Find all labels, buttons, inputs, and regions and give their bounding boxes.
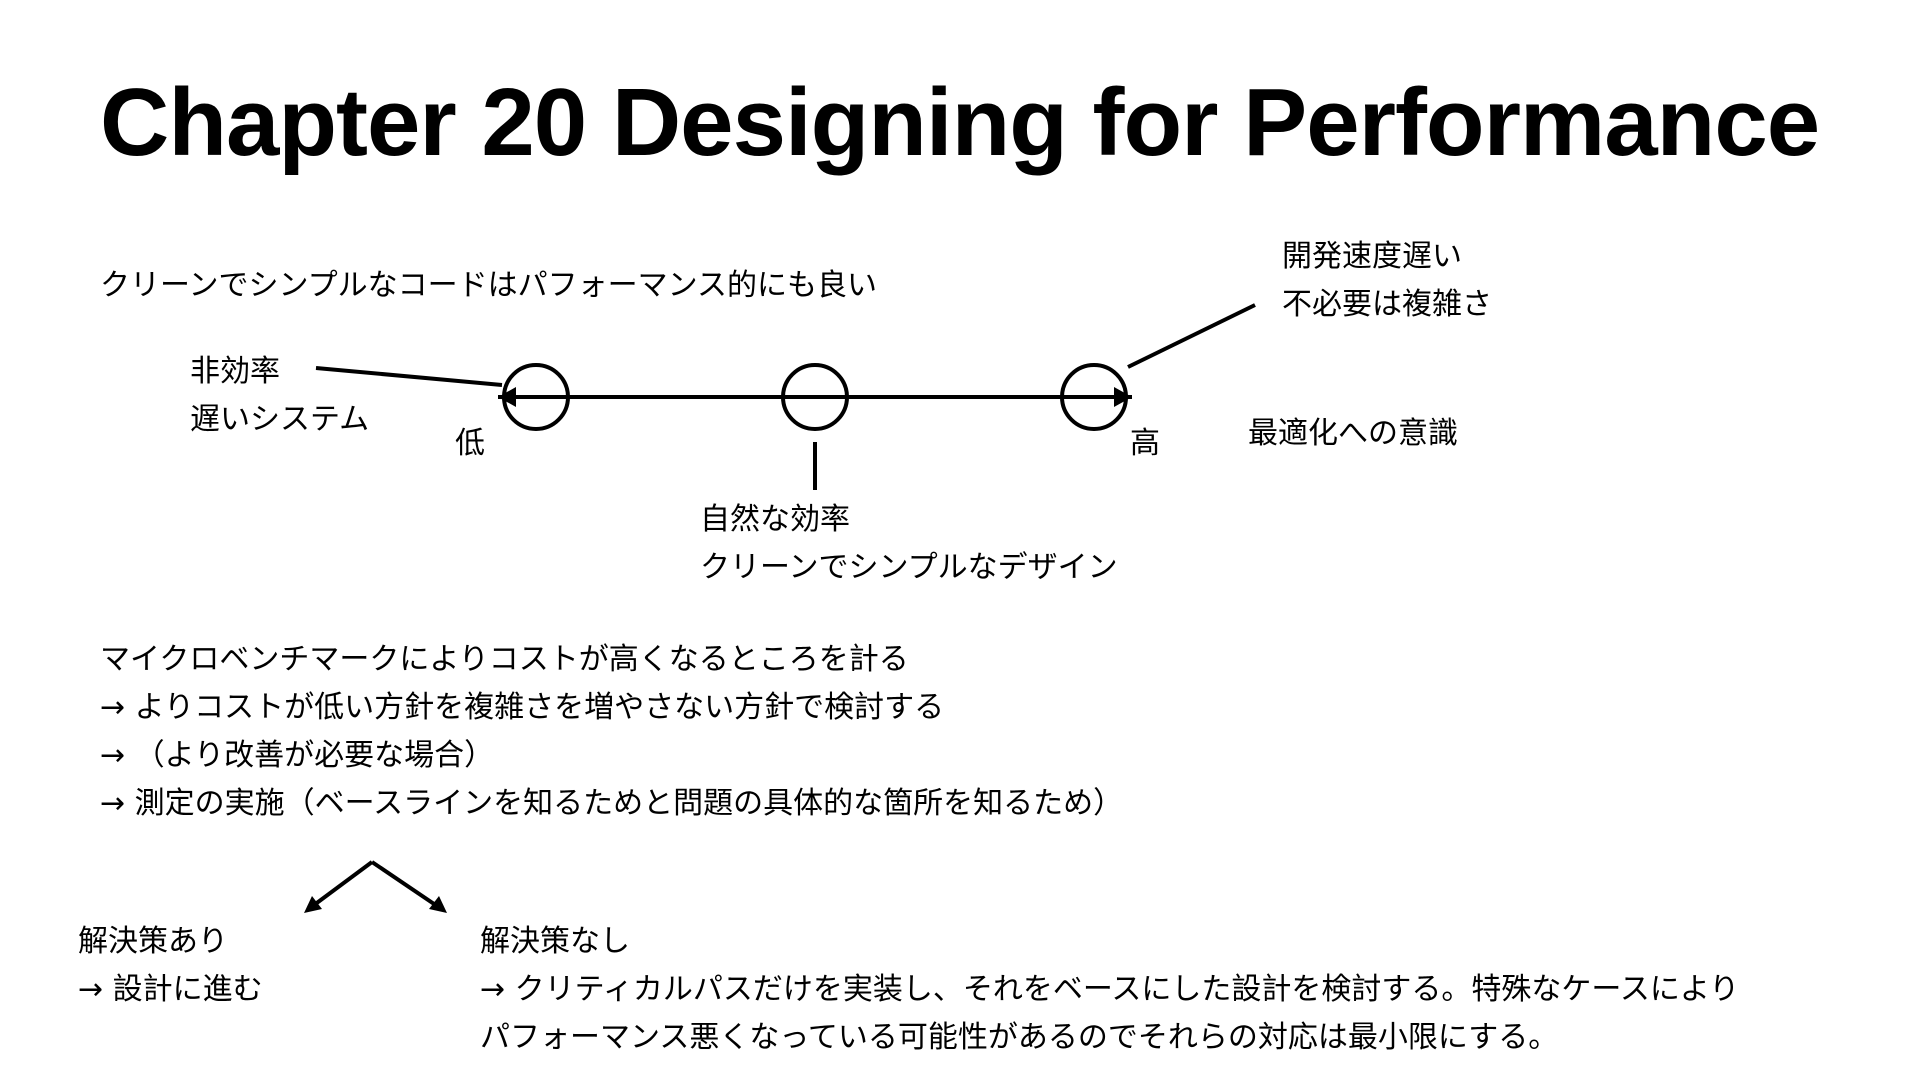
process-step-3: → （より改善が必要な場合） — [100, 738, 495, 773]
branch-arrow-left-head — [304, 896, 322, 913]
low-label: 低 — [455, 426, 485, 461]
page-title: Chapter 20 Designing for Performance — [100, 69, 1820, 176]
middle-note: 自然な効率 クリーンでシンプルなデザイン — [700, 496, 1118, 592]
process-step-4: → 測定の実施（ベースラインを知るためと問題の具体的な箇所を知るため） — [100, 786, 1124, 821]
middle-note-line-2: クリーンでシンプルなデザイン — [700, 550, 1118, 585]
top-right-note-line-2: 不必要は複雑さ — [1282, 287, 1492, 322]
solution-yes-heading: 解決策あり — [78, 924, 228, 959]
top-right-note: 開発速度遅い 不必要は複雑さ — [1282, 233, 1492, 329]
solution-no-action-1: → クリティカルパスだけを実装し、それをベースにした設計を検討する。特殊なケース… — [480, 972, 1740, 1007]
middle-note-line-1: 自然な効率 — [700, 502, 850, 537]
branch-arrow-left — [308, 860, 374, 910]
solution-no-action-2: パフォーマンス悪くなっている可能性があるのでそれらの対応は最小限にする。 — [480, 1020, 1559, 1055]
mid-point-circle — [781, 363, 849, 431]
process-steps: マイクロベンチマークによりコストが高くなるところを計る → よりコストが低い方針… — [100, 636, 1123, 828]
left-note-line-2: 遅いシステム — [190, 402, 370, 437]
process-step-2: → よりコストが低い方針を複雑さを増やさない方針で検討する — [100, 690, 945, 725]
high-label: 高 — [1130, 426, 1160, 461]
process-step-1: マイクロベンチマークによりコストが高くなるところを計る — [100, 642, 909, 677]
low-point-circle — [502, 363, 570, 431]
axis-left-arrowhead — [498, 387, 516, 407]
optimization-awareness-label: 最適化への意識 — [1248, 416, 1458, 451]
intro-text: クリーンでシンプルなコードはパフォーマンス的にも良い — [100, 268, 877, 303]
solution-no: 解決策なし → クリティカルパスだけを実装し、それをベースにした設計を検討する。… — [480, 918, 1739, 1062]
top-right-note-connector — [1127, 303, 1256, 369]
branch-arrow-right-head — [429, 896, 447, 913]
left-note: 非効率 遅いシステム — [190, 348, 369, 444]
axis-right-arrowhead — [1114, 387, 1132, 407]
solution-no-heading: 解決策なし — [480, 924, 630, 959]
solution-yes-action: → 設計に進む — [78, 972, 263, 1007]
top-right-note-line-1: 開発速度遅い — [1282, 239, 1462, 274]
left-note-line-1: 非効率 — [190, 354, 280, 389]
high-point-circle — [1060, 363, 1128, 431]
solution-yes: 解決策あり → 設計に進む — [78, 918, 263, 1014]
branch-arrow-right — [370, 860, 442, 910]
